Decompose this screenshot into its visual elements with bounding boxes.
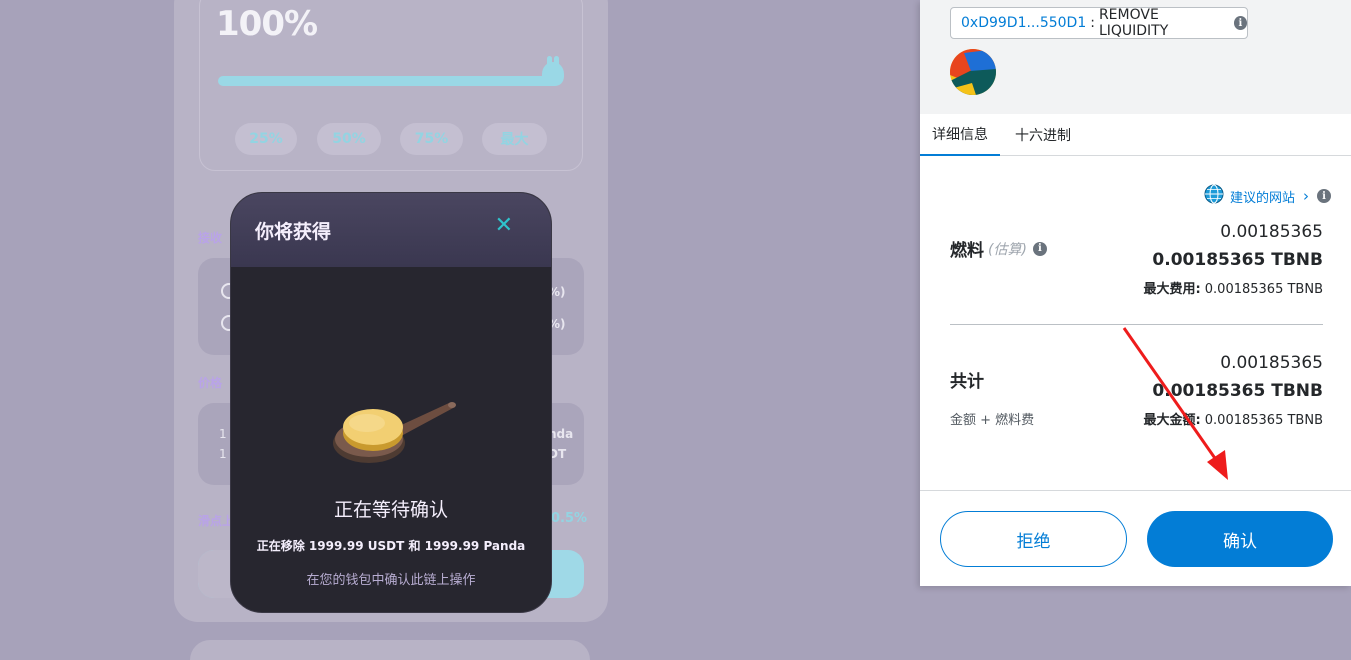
tab-details[interactable]: 详细信息: [920, 114, 1000, 156]
footer-divider: [920, 490, 1351, 491]
suggested-site-link[interactable]: 建议的网站 › i: [1204, 184, 1331, 208]
max-fee-label: 最大费用:: [1143, 282, 1201, 297]
wallet-confirm-panel: 0xD99D1...550D1 : REMOVE LIQUIDITY i 详细信…: [920, 0, 1351, 586]
percent-75-button[interactable]: 75%: [400, 123, 463, 155]
account-identicon: [950, 49, 996, 99]
position-card: [190, 640, 590, 660]
slippage-value: 0.5%: [551, 511, 588, 526]
waiting-status: 正在等待确认: [333, 499, 448, 521]
wallet-header: 0xD99D1...550D1 : REMOVE LIQUIDITY i: [920, 0, 1351, 114]
suggested-site-label[interactable]: 建议的网站: [1230, 187, 1295, 206]
contract-method-pill[interactable]: 0xD99D1...550D1 : REMOVE LIQUIDITY i: [950, 7, 1248, 39]
chevron-right-icon[interactable]: ›: [1303, 187, 1309, 205]
slippage-label: 滑点上: [198, 514, 235, 528]
reject-button[interactable]: 拒绝: [940, 511, 1127, 567]
percent-25-button[interactable]: 25%: [235, 123, 297, 155]
gas-label-text: 燃料: [950, 241, 984, 261]
total-amount: 0.00185365: [1220, 353, 1323, 373]
confirm-button[interactable]: 确认: [1147, 511, 1333, 567]
tab-hex[interactable]: 十六进制: [1015, 114, 1071, 156]
contract-address[interactable]: 0xD99D1...550D1: [961, 15, 1086, 31]
detail-tabs: 详细信息 十六进制: [920, 114, 1351, 156]
wallet-hint: 在您的钱包中确认此链上操作: [306, 573, 476, 588]
total-label: 共计: [950, 372, 984, 392]
gas-amount-tbnb: 0.00185365 TBNB: [1152, 250, 1323, 270]
info-icon[interactable]: i: [1032, 241, 1047, 256]
gas-amount: 0.00185365: [1220, 222, 1323, 242]
receive-label: 接收: [198, 231, 223, 245]
modal-header: 你将获得 ✕: [231, 193, 551, 267]
percent-max-button[interactable]: 最大: [482, 123, 547, 155]
percent-50-button[interactable]: 50%: [317, 123, 381, 155]
method-name: REMOVE LIQUIDITY: [1098, 7, 1169, 39]
separator: :: [1090, 15, 1095, 31]
slider-thumb-bunny-icon[interactable]: [542, 56, 564, 86]
close-icon[interactable]: ✕: [495, 215, 513, 237]
total-sub-label: 金额 + 燃料费: [950, 413, 1035, 428]
info-icon[interactable]: i: [1317, 189, 1331, 203]
removing-summary: 正在移除 1999.99 USDT 和 1999.99 Panda: [256, 539, 526, 553]
annotation-arrow-icon: [1115, 322, 1235, 486]
max-fee-value: 0.00185365 TBNB: [1204, 282, 1323, 297]
gas-estimate-tag: (估算): [988, 241, 1027, 258]
price-label: 价格: [198, 376, 223, 390]
gas-fee-label: 燃料 (估算) i: [950, 236, 1047, 261]
globe-icon: [1204, 184, 1224, 208]
max-fee: 最大费用: 0.00185365 TBNB: [1143, 278, 1323, 297]
modal-title: 你将获得: [255, 221, 332, 243]
info-icon[interactable]: i: [1233, 16, 1247, 30]
percent-slider[interactable]: [218, 76, 558, 86]
receive-modal: 你将获得 ✕ 正在等待确认 正在移除 1999.99 USDT 和 1999.9…: [230, 192, 552, 613]
percent-value: 100%: [216, 4, 318, 44]
pancake-pan-icon: [331, 393, 459, 475]
